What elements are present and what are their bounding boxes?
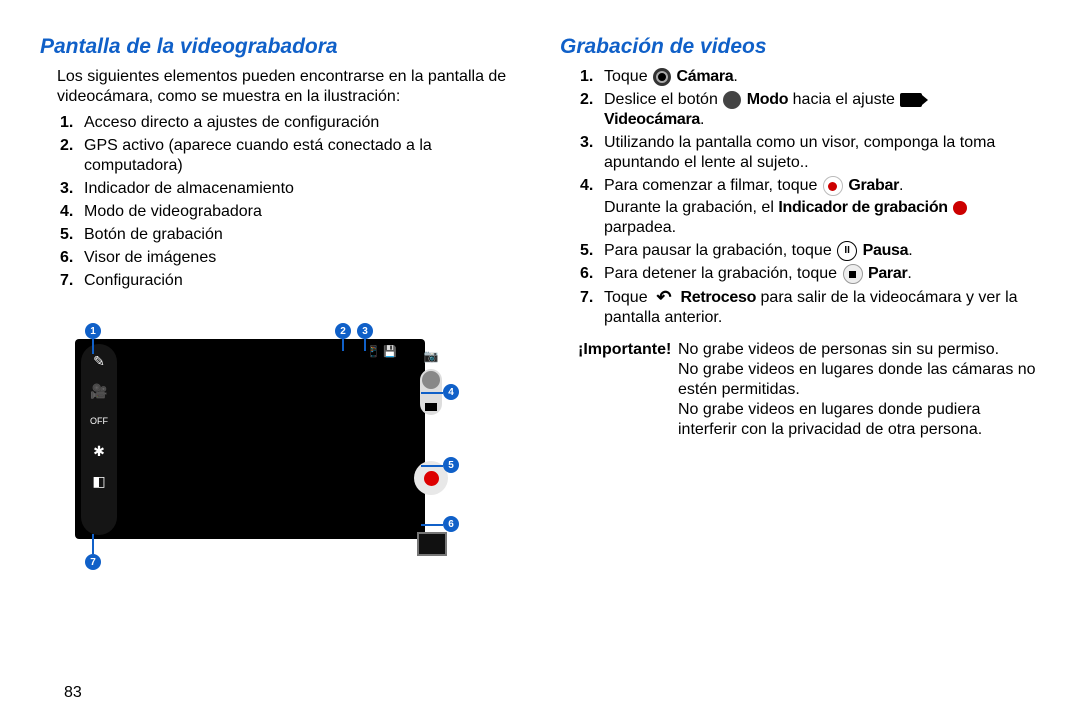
list-item: Acceso directo a ajustes de configuració…	[84, 113, 520, 133]
flash-off-icon: OFF	[88, 410, 110, 432]
text: No grabe videos en lugares donde las cám…	[678, 360, 1040, 400]
left-toolbar: ✎ 🎥 OFF ✱ ◧	[81, 344, 117, 535]
list-item: Indicador de almacenamiento	[84, 179, 520, 199]
mode-knob	[422, 371, 440, 389]
text: .	[700, 111, 704, 128]
callout-1: 1	[85, 323, 101, 339]
step-2: Deslice el botón Modo hacia el ajuste Vi…	[604, 90, 1040, 130]
text: Para comenzar a filmar, toque	[604, 177, 822, 194]
text: Para pausar la grabación, toque	[604, 242, 836, 259]
text-bold: Pausa	[863, 242, 909, 259]
text: Deslice el botón	[604, 91, 722, 108]
step-5: Para pausar la grabación, toque II Pausa…	[604, 241, 1040, 261]
callout-2: 2	[335, 323, 351, 339]
leader	[92, 339, 94, 354]
right-list: Toque Cámara. Deslice el botón Modo haci…	[580, 67, 1040, 328]
list-item: Configuración	[84, 271, 520, 291]
right-heading: Grabación de videos	[560, 35, 1040, 59]
important-label: ¡Importante!	[578, 340, 678, 440]
storage-icon: 💾	[383, 346, 397, 358]
camcorder-icon	[900, 93, 922, 107]
leader	[92, 534, 94, 554]
left-heading: Pantalla de la videograbadora	[40, 35, 520, 59]
text: No grabe videos en lugares donde pudiera…	[678, 400, 1040, 440]
callout-3: 3	[357, 323, 373, 339]
list-item: GPS activo (aparece cuando está conectad…	[84, 136, 520, 176]
camcorder-icon: 🎥	[88, 380, 110, 402]
text: hacia el ajuste	[793, 91, 900, 108]
right-column: Grabación de videos Toque Cámara. Deslic…	[560, 35, 1040, 564]
text: Toque	[604, 289, 652, 306]
step-4: Para comenzar a filmar, toque Grabar. Du…	[604, 176, 1040, 238]
text: .	[899, 177, 903, 194]
text: No grabe videos de personas sin su permi…	[678, 340, 1040, 360]
text-bold: Grabar	[848, 177, 899, 194]
text: Durante la grabación, el	[604, 199, 778, 216]
leader	[342, 339, 344, 351]
text: parpadea.	[604, 219, 676, 236]
text-bold: Parar	[868, 266, 907, 283]
camera-mode-icon: 📷	[424, 349, 439, 363]
record-dot-icon	[424, 471, 439, 486]
text-bold: Cámara	[677, 68, 734, 85]
step-6: Para detener la grabación, toque Parar.	[604, 264, 1040, 284]
camcorder-figure: ✎ 🎥 OFF ✱ ◧ ⚙ 📱 💾 📷	[75, 309, 455, 564]
list-item: Modo de videograbadora	[84, 202, 520, 222]
text: Toque	[604, 68, 652, 85]
text-bold: Videocámara	[604, 111, 700, 128]
right-rail: 📷	[413, 349, 449, 495]
left-intro: Los siguientes elementos pueden encontra…	[57, 67, 520, 107]
important-body: No grabe videos de personas sin su permi…	[678, 340, 1040, 440]
record-indicator-icon	[953, 201, 967, 215]
text-bold: Modo	[747, 91, 788, 108]
mode-icon	[723, 91, 741, 109]
callout-5: 5	[443, 457, 459, 473]
page: Pantalla de la videograbadora Los siguie…	[0, 0, 1080, 574]
video-mode-icon	[425, 403, 437, 411]
leader	[421, 465, 443, 467]
text: .	[907, 266, 911, 283]
list-item: Visor de imágenes	[84, 248, 520, 268]
page-number: 83	[64, 684, 82, 702]
text: .	[908, 242, 912, 259]
step-7: Toque ↶ Retroceso para salir de la video…	[604, 288, 1040, 328]
camera-icon	[653, 68, 671, 86]
step-3: Utilizando la pantalla como un visor, co…	[604, 133, 1040, 173]
text: .	[733, 68, 737, 85]
list-item: Botón de grabación	[84, 225, 520, 245]
gps-icon: 📱	[367, 346, 381, 358]
leader	[364, 339, 366, 351]
callout-7: 7	[85, 554, 101, 570]
step-1: Toque Cámara.	[604, 67, 1040, 87]
leader	[421, 392, 443, 394]
leader	[421, 524, 443, 526]
left-column: Pantalla de la videograbadora Los siguie…	[40, 35, 520, 564]
text-bold: Retroceso	[681, 289, 757, 306]
camcorder-screen	[75, 339, 425, 539]
gallery-thumb	[417, 532, 447, 556]
pause-icon: II	[837, 241, 857, 261]
left-list: Acceso directo a ajustes de configuració…	[60, 113, 520, 291]
back-icon: ↶	[653, 290, 675, 304]
text: Para detener la grabación, toque	[604, 266, 842, 283]
status-icons: 📱 💾	[367, 345, 397, 358]
important-note: ¡Importante! No grabe videos de personas…	[578, 340, 1040, 440]
text-bold: Indicador de grabación	[778, 199, 947, 216]
record-icon	[823, 176, 843, 196]
effects-icon: ✱	[88, 440, 110, 462]
stop-icon	[843, 264, 863, 284]
callout-4: 4	[443, 384, 459, 400]
exposure-icon: ◧	[88, 470, 110, 492]
step-4-cont: Durante la grabación, el Indicador de gr…	[604, 198, 1040, 238]
callout-6: 6	[443, 516, 459, 532]
